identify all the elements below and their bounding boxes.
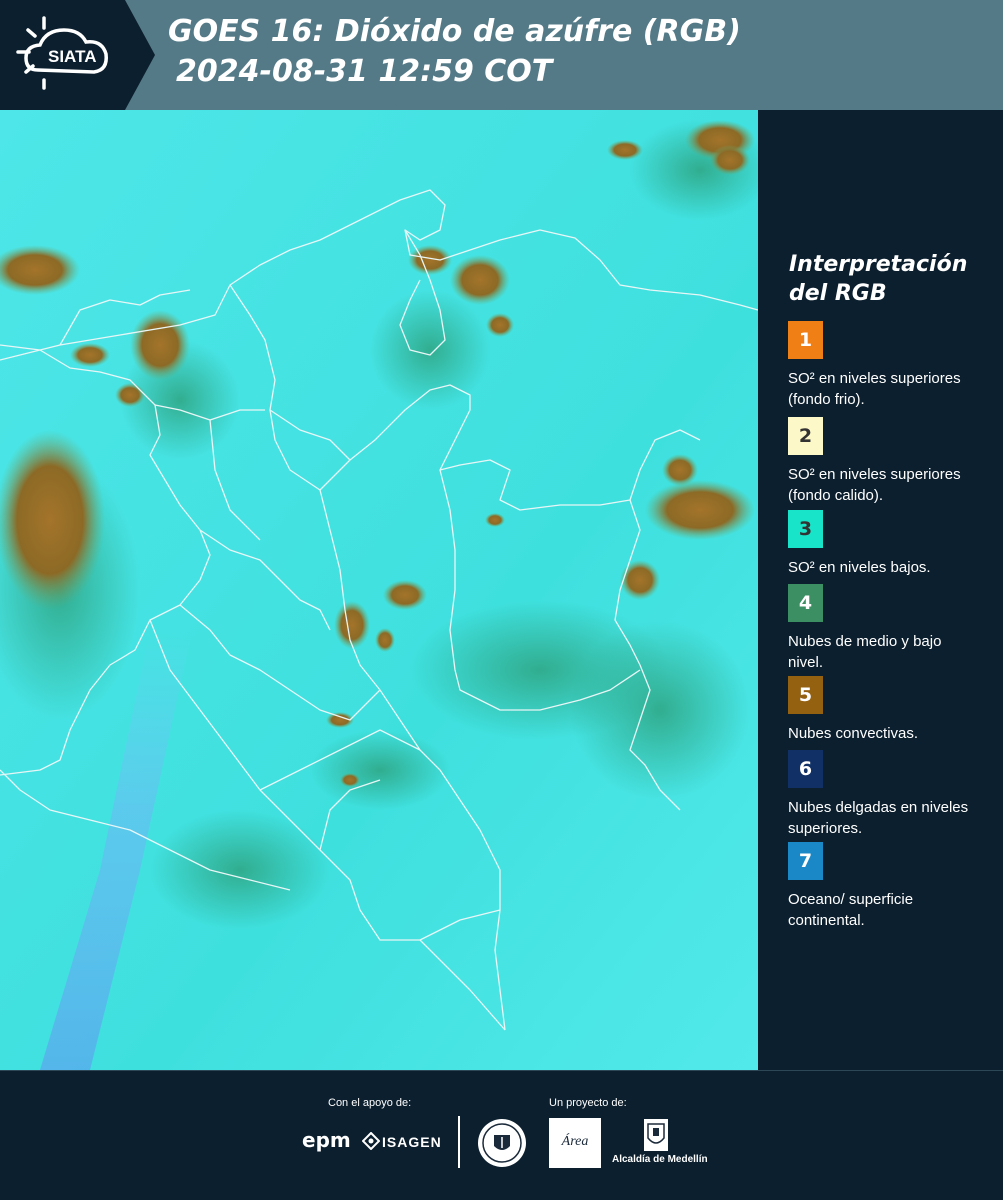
page-title: GOES 16: Dióxido de azúfre (RGB) — [168, 14, 741, 49]
support-label: Con el apoyo de: — [328, 1097, 412, 1109]
footer: Con el apoyo de: Un proyecto de: epm ISA… — [0, 1070, 1003, 1200]
isagen-icon — [362, 1132, 380, 1150]
footer-divider — [0, 1070, 1003, 1071]
legend-swatch: 4 — [788, 584, 823, 622]
legend-swatch: 5 — [788, 676, 823, 714]
epm-logo: epm — [302, 1128, 351, 1152]
legend-panel: Interpretación del RGB 1 SO² en niveles … — [760, 110, 1003, 1070]
alcaldia-shield-icon — [644, 1119, 668, 1151]
legend-item-4: 4 Nubes de medio y bajo nivel. — [788, 584, 978, 673]
project-label: Un proyecto de: — [549, 1097, 627, 1109]
legend-swatch: 2 — [788, 417, 823, 455]
logo-divider — [458, 1116, 460, 1168]
legend-label: Oceano/ superficie continental. — [788, 891, 914, 929]
medellin-seal-icon — [478, 1119, 526, 1167]
satellite-image — [0, 110, 758, 1070]
legend-label: Nubes delgadas en niveles superiores. — [788, 799, 969, 837]
area-logo-text: Área — [561, 1134, 589, 1149]
isagen-logo: ISAGEN — [382, 1134, 442, 1150]
legend-swatch: 3 — [788, 510, 823, 548]
header-bar: SIATA GOES 16: Dióxido de azúfre (RGB) 2… — [0, 0, 1003, 110]
timestamp: 2024-08-31 12:59 COT — [176, 54, 553, 89]
legend-item-1: 1 SO² en niveles superiores (fondo frio)… — [788, 321, 978, 410]
legend-label: Nubes de medio y bajo nivel. — [788, 633, 942, 671]
logo-text: SIATA — [48, 47, 96, 66]
legend-label: SO² en niveles superiores (fondo calido)… — [788, 466, 961, 504]
legend-item-6: 6 Nubes delgadas en niveles superiores. — [788, 750, 978, 839]
legend-swatch: 1 — [788, 321, 823, 359]
alcaldia-label: Alcaldía de Medellín — [612, 1154, 708, 1165]
siata-logo: SIATA — [0, 0, 155, 110]
legend-item-2: 2 SO² en niveles superiores (fondo calid… — [788, 417, 978, 506]
legend-item-7: 7 Oceano/ superficie continental. — [788, 842, 978, 931]
area-metropolitana-logo: Área — [549, 1118, 601, 1168]
legend-swatch: 6 — [788, 750, 823, 788]
legend-title: Interpretación del RGB — [789, 252, 968, 306]
legend-label: SO² en niveles superiores (fondo frio). — [788, 370, 961, 408]
legend-swatch: 7 — [788, 842, 823, 880]
